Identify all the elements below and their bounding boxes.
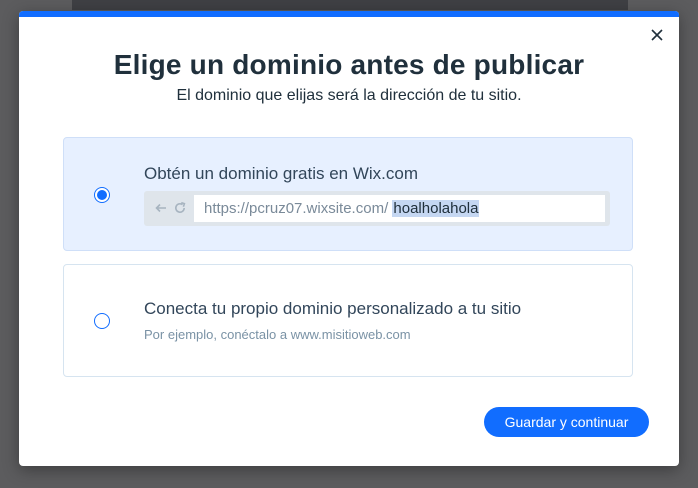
option-connect-domain[interactable]: Conecta tu propio dominio personalizado …: [63, 264, 633, 377]
choose-domain-dialog: Elige un dominio antes de publicar El do…: [19, 11, 679, 466]
dialog-accent-bar: [19, 11, 679, 17]
site-url-input[interactable]: https://pcruz07.wixsite.com/ hoalholahol…: [194, 195, 605, 222]
dialog-subtitle: El dominio que elijas será la dirección …: [176, 87, 522, 104]
url-prefix: https://pcruz07.wixsite.com/: [204, 200, 393, 217]
url-preview-bar: https://pcruz07.wixsite.com/ hoalholahol…: [144, 191, 610, 226]
dialog-title: Elige un dominio antes de publicar: [113, 49, 585, 80]
arrow-left-icon: [155, 203, 166, 213]
save-continue-button[interactable]: Guardar y continuar: [484, 407, 649, 437]
close-button[interactable]: [649, 27, 665, 43]
radio-connect-domain[interactable]: [94, 313, 110, 329]
close-icon: [651, 29, 663, 41]
reload-icon: [175, 201, 186, 213]
radio-free-domain[interactable]: [94, 187, 110, 203]
option-free-domain[interactable]: Obtén un dominio gratis en Wix.com https…: [63, 137, 633, 251]
option-free-domain-label: Obtén un dominio gratis en Wix.com: [144, 164, 419, 183]
option-connect-domain-label: Conecta tu propio dominio personalizado …: [144, 299, 522, 318]
option-connect-domain-hint: Por ejemplo, conéctalo a www.misitioweb.…: [144, 327, 411, 342]
background-editor: [72, 0, 628, 10]
url-site-name[interactable]: hoalholahola: [392, 200, 480, 217]
